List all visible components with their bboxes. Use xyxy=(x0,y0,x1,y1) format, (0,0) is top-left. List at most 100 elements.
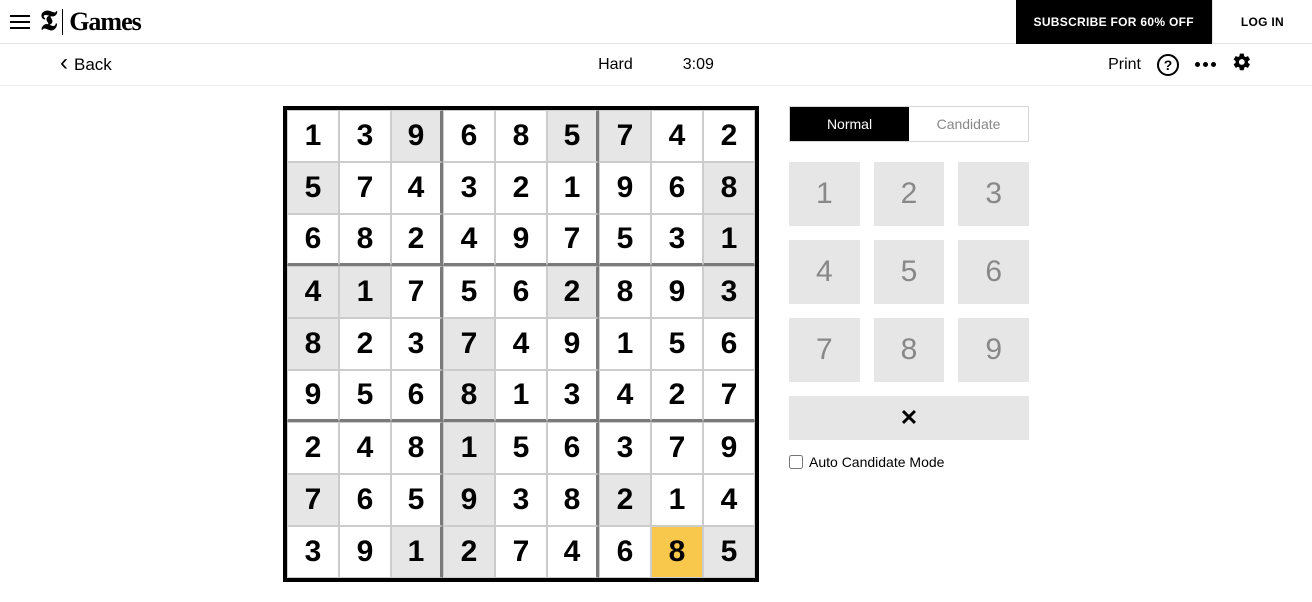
cell-2-1[interactable]: 8 xyxy=(339,214,391,266)
cell-8-6[interactable]: 6 xyxy=(599,526,651,578)
cell-5-7[interactable]: 2 xyxy=(651,370,703,422)
logo[interactable]: 𝕿 Games xyxy=(40,6,141,38)
help-icon[interactable]: ? xyxy=(1157,54,1179,76)
gear-icon[interactable] xyxy=(1232,52,1252,77)
numkey-5[interactable]: 5 xyxy=(874,240,945,304)
cell-6-7[interactable]: 7 xyxy=(651,422,703,474)
cell-2-5[interactable]: 7 xyxy=(547,214,599,266)
cell-4-2[interactable]: 3 xyxy=(391,318,443,370)
cell-7-0[interactable]: 7 xyxy=(287,474,339,526)
auto-candidate-checkbox[interactable] xyxy=(789,455,803,469)
cell-4-1[interactable]: 2 xyxy=(339,318,391,370)
numkey-3[interactable]: 3 xyxy=(958,162,1029,226)
cell-5-4[interactable]: 1 xyxy=(495,370,547,422)
tab-candidate[interactable]: Candidate xyxy=(909,107,1028,141)
cell-0-4[interactable]: 8 xyxy=(495,110,547,162)
cell-4-8[interactable]: 6 xyxy=(703,318,755,370)
more-icon[interactable] xyxy=(1195,62,1216,67)
cell-0-7[interactable]: 4 xyxy=(651,110,703,162)
cell-1-8[interactable]: 8 xyxy=(703,162,755,214)
cell-3-3[interactable]: 5 xyxy=(443,266,495,318)
cell-6-0[interactable]: 2 xyxy=(287,422,339,474)
cell-8-1[interactable]: 9 xyxy=(339,526,391,578)
cell-8-2[interactable]: 1 xyxy=(391,526,443,578)
cell-0-6[interactable]: 7 xyxy=(599,110,651,162)
cell-5-0[interactable]: 9 xyxy=(287,370,339,422)
cell-5-2[interactable]: 6 xyxy=(391,370,443,422)
numkey-1[interactable]: 1 xyxy=(789,162,860,226)
cell-2-2[interactable]: 2 xyxy=(391,214,443,266)
back-button[interactable]: ‹ Back xyxy=(60,53,112,77)
cell-7-3[interactable]: 9 xyxy=(443,474,495,526)
cell-0-3[interactable]: 6 xyxy=(443,110,495,162)
cell-6-8[interactable]: 9 xyxy=(703,422,755,474)
cell-0-8[interactable]: 2 xyxy=(703,110,755,162)
cell-5-6[interactable]: 4 xyxy=(599,370,651,422)
cell-2-7[interactable]: 3 xyxy=(651,214,703,266)
numkey-8[interactable]: 8 xyxy=(874,318,945,382)
cell-3-6[interactable]: 8 xyxy=(599,266,651,318)
cell-4-3[interactable]: 7 xyxy=(443,318,495,370)
login-button[interactable]: LOG IN xyxy=(1213,0,1312,44)
cell-6-2[interactable]: 8 xyxy=(391,422,443,474)
cell-7-4[interactable]: 3 xyxy=(495,474,547,526)
cell-8-8[interactable]: 5 xyxy=(703,526,755,578)
menu-icon[interactable] xyxy=(4,15,36,29)
cell-2-3[interactable]: 4 xyxy=(443,214,495,266)
cell-1-1[interactable]: 7 xyxy=(339,162,391,214)
tab-normal[interactable]: Normal xyxy=(790,107,909,141)
cell-0-5[interactable]: 5 xyxy=(547,110,599,162)
cell-3-1[interactable]: 1 xyxy=(339,266,391,318)
cell-4-5[interactable]: 9 xyxy=(547,318,599,370)
cell-3-2[interactable]: 7 xyxy=(391,266,443,318)
cell-4-0[interactable]: 8 xyxy=(287,318,339,370)
cell-8-5[interactable]: 4 xyxy=(547,526,599,578)
cell-6-5[interactable]: 6 xyxy=(547,422,599,474)
cell-1-2[interactable]: 4 xyxy=(391,162,443,214)
clear-button[interactable]: ✕ xyxy=(789,396,1029,440)
cell-2-0[interactable]: 6 xyxy=(287,214,339,266)
numkey-4[interactable]: 4 xyxy=(789,240,860,304)
numkey-6[interactable]: 6 xyxy=(958,240,1029,304)
cell-5-3[interactable]: 8 xyxy=(443,370,495,422)
cell-8-3[interactable]: 2 xyxy=(443,526,495,578)
numkey-7[interactable]: 7 xyxy=(789,318,860,382)
numkey-9[interactable]: 9 xyxy=(958,318,1029,382)
cell-4-7[interactable]: 5 xyxy=(651,318,703,370)
cell-8-7[interactable]: 8 xyxy=(651,526,703,578)
cell-6-4[interactable]: 5 xyxy=(495,422,547,474)
cell-5-5[interactable]: 3 xyxy=(547,370,599,422)
subscribe-button[interactable]: SUBSCRIBE FOR 60% OFF xyxy=(1016,0,1213,44)
cell-1-0[interactable]: 5 xyxy=(287,162,339,214)
cell-7-5[interactable]: 8 xyxy=(547,474,599,526)
cell-8-0[interactable]: 3 xyxy=(287,526,339,578)
cell-0-1[interactable]: 3 xyxy=(339,110,391,162)
cell-5-1[interactable]: 5 xyxy=(339,370,391,422)
numkey-2[interactable]: 2 xyxy=(874,162,945,226)
cell-2-6[interactable]: 5 xyxy=(599,214,651,266)
cell-3-7[interactable]: 9 xyxy=(651,266,703,318)
cell-3-0[interactable]: 4 xyxy=(287,266,339,318)
cell-5-8[interactable]: 7 xyxy=(703,370,755,422)
cell-2-4[interactable]: 9 xyxy=(495,214,547,266)
cell-1-7[interactable]: 6 xyxy=(651,162,703,214)
cell-6-3[interactable]: 1 xyxy=(443,422,495,474)
cell-1-6[interactable]: 9 xyxy=(599,162,651,214)
cell-4-4[interactable]: 4 xyxy=(495,318,547,370)
cell-7-8[interactable]: 4 xyxy=(703,474,755,526)
cell-7-6[interactable]: 2 xyxy=(599,474,651,526)
cell-3-8[interactable]: 3 xyxy=(703,266,755,318)
cell-6-6[interactable]: 3 xyxy=(599,422,651,474)
cell-0-0[interactable]: 1 xyxy=(287,110,339,162)
cell-2-8[interactable]: 1 xyxy=(703,214,755,266)
cell-7-2[interactable]: 5 xyxy=(391,474,443,526)
cell-6-1[interactable]: 4 xyxy=(339,422,391,474)
cell-4-6[interactable]: 1 xyxy=(599,318,651,370)
cell-7-7[interactable]: 1 xyxy=(651,474,703,526)
cell-0-2[interactable]: 9 xyxy=(391,110,443,162)
cell-3-5[interactable]: 2 xyxy=(547,266,599,318)
cell-1-4[interactable]: 2 xyxy=(495,162,547,214)
print-button[interactable]: Print xyxy=(1108,56,1141,74)
cell-3-4[interactable]: 6 xyxy=(495,266,547,318)
cell-8-4[interactable]: 7 xyxy=(495,526,547,578)
